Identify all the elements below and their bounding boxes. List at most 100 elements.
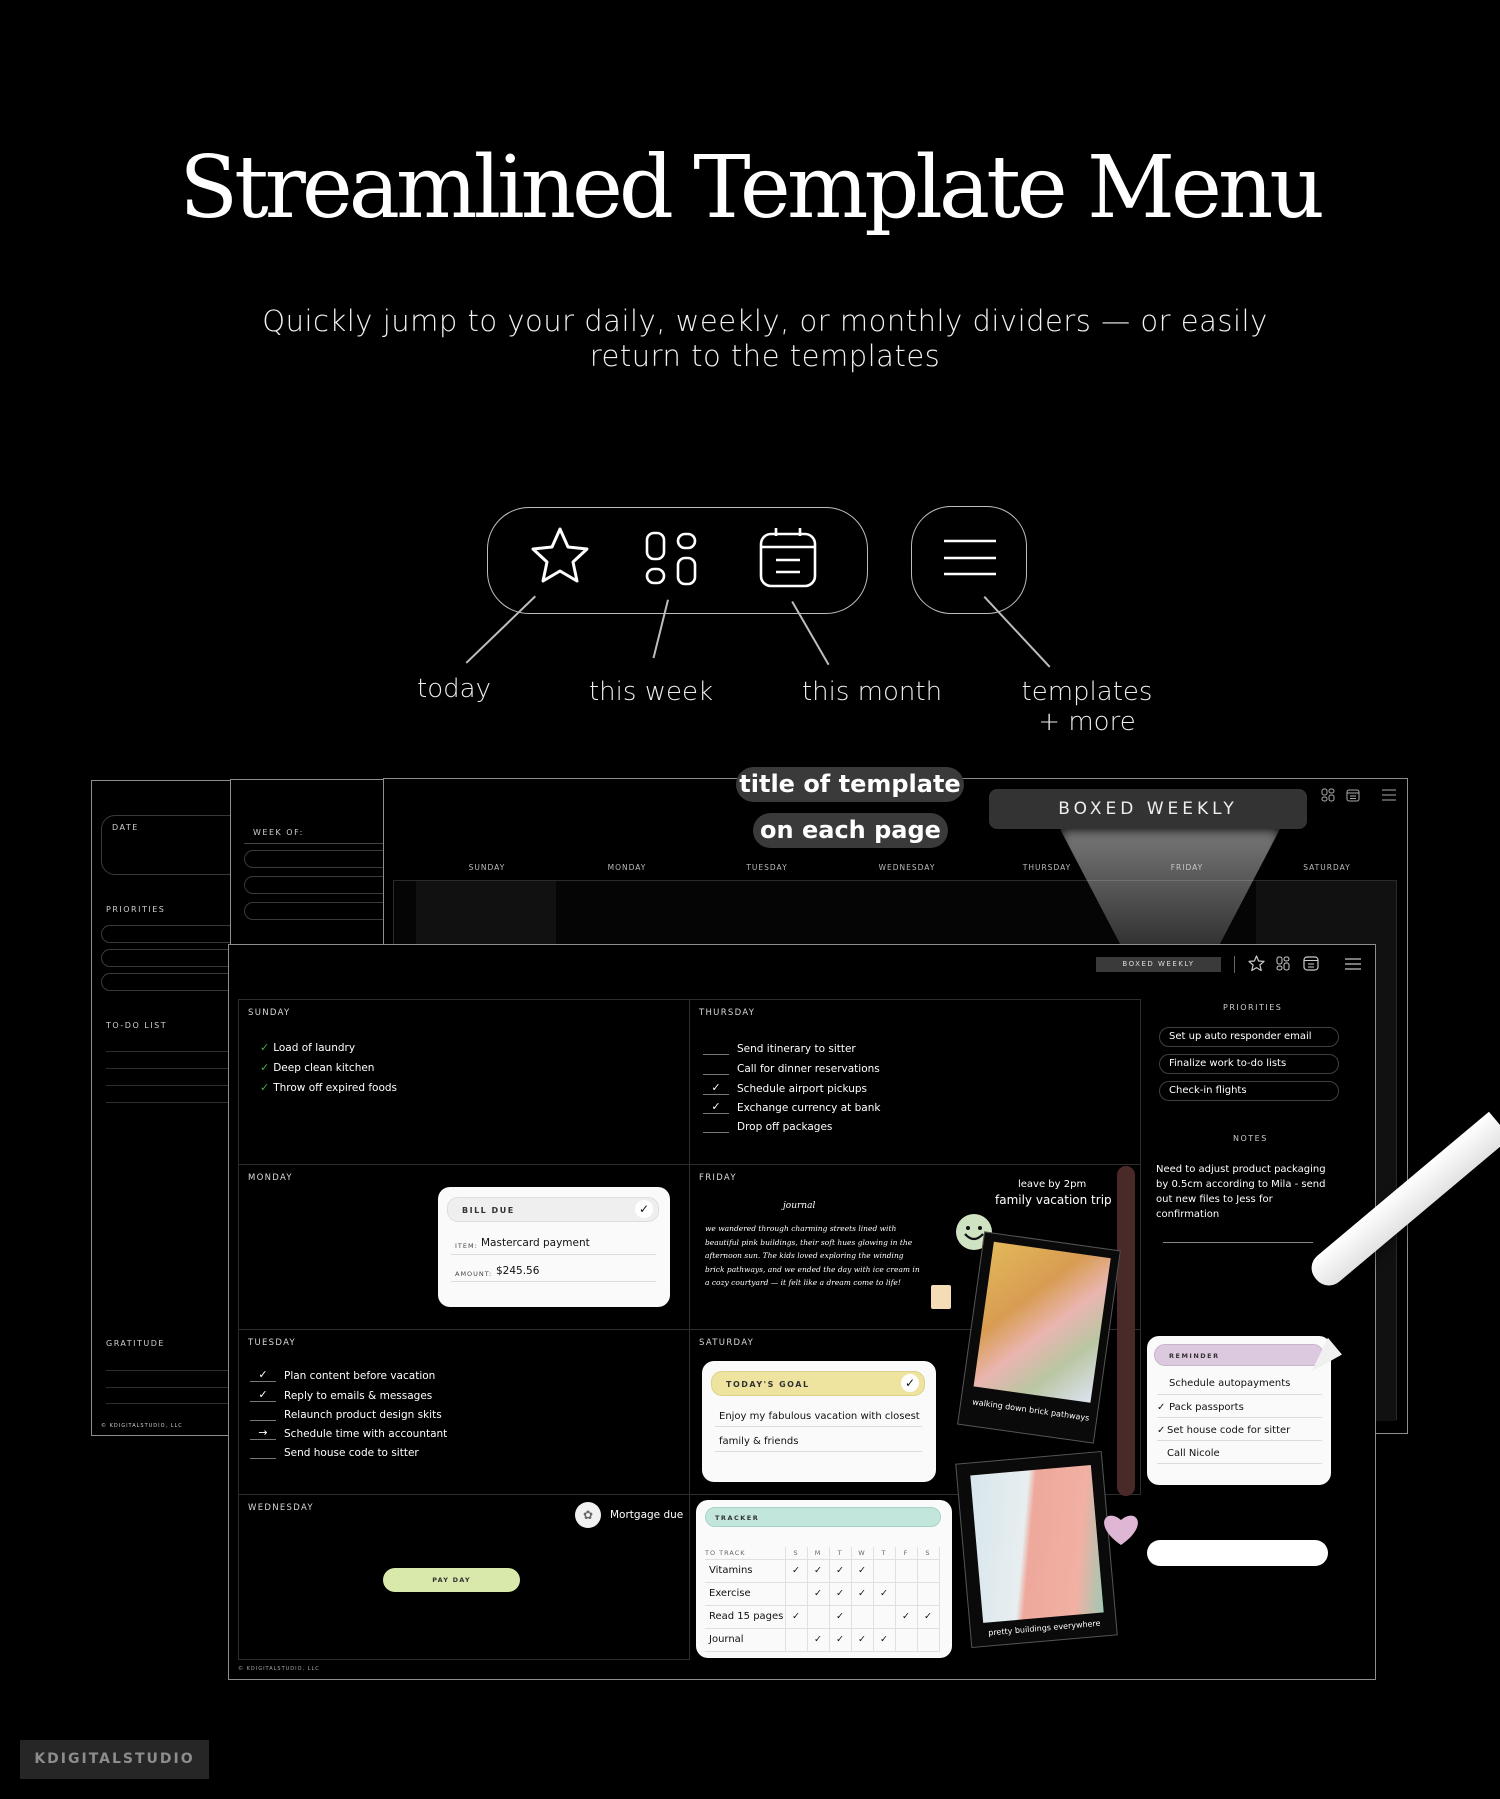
todo-checkbox[interactable] [250, 1447, 276, 1459]
label-this-week: this week [588, 677, 714, 707]
priority-item[interactable]: Finalize work to-do lists [1159, 1054, 1339, 1074]
side-tab[interactable] [1117, 1166, 1135, 1496]
grid-icon[interactable] [1321, 788, 1335, 802]
callout-title-of-template: title of template [736, 767, 964, 802]
tracker-checkbox[interactable]: ✓ [784, 1558, 808, 1583]
week-field[interactable] [244, 876, 404, 894]
hamburger-menu-icon[interactable] [942, 537, 998, 581]
tracker-checkbox[interactable] [872, 1558, 896, 1583]
tracker-habit-name: Read 15 pages [705, 1604, 786, 1629]
priorities-heading: PRIORITIES [1223, 1003, 1283, 1012]
week-of-label: WEEK OF: [253, 828, 304, 837]
todo-item[interactable]: Send itinerary to sitter [703, 1043, 856, 1055]
tracker-checkbox[interactable]: ✓ [894, 1604, 918, 1629]
tracker-checkbox[interactable] [894, 1558, 918, 1583]
tracker-checkbox[interactable]: ✓ [806, 1558, 830, 1583]
reminder-item[interactable]: Call Nicole [1167, 1448, 1220, 1459]
pay-day-pill[interactable]: PAY DAY [383, 1568, 520, 1592]
grid-icon[interactable] [643, 530, 699, 588]
todo-checkbox[interactable] [250, 1409, 276, 1421]
calendar-icon[interactable] [1303, 955, 1319, 971]
blank-white-pill[interactable] [1147, 1540, 1328, 1566]
tracker-checkbox[interactable]: ✓ [916, 1604, 940, 1629]
reminder-item[interactable]: Schedule autopayments [1169, 1378, 1290, 1389]
tracker-checkbox[interactable]: ✓ [806, 1627, 830, 1652]
reminder-item[interactable]: Set house code for sitter [1167, 1425, 1290, 1436]
todo-checkbox[interactable]: ✓ [250, 1389, 276, 1402]
tracker-checkbox[interactable]: ✓ [850, 1627, 874, 1652]
todo-item[interactable]: ✓ Plan content before vacation [250, 1369, 435, 1382]
todo-item[interactable]: ✓ Reply to emails & messages [250, 1389, 432, 1402]
amount-label: AMOUNT: [455, 1270, 493, 1278]
tracker-checkbox[interactable] [850, 1604, 874, 1629]
todo-item[interactable]: Drop off packages [703, 1121, 832, 1133]
tracker-checkbox[interactable] [894, 1581, 918, 1606]
todo-item[interactable]: Relaunch product design skits [250, 1409, 442, 1421]
todo-checkbox[interactable]: ✓ [703, 1101, 729, 1114]
todo-item[interactable]: ✓ Throw off expired foods [260, 1081, 397, 1094]
priority-item[interactable]: Set up auto responder email [1159, 1027, 1339, 1047]
tracker-checkbox[interactable] [916, 1627, 940, 1652]
tracker-checkbox[interactable] [806, 1604, 830, 1629]
todo-item[interactable]: ✓ Deep clean kitchen [260, 1061, 374, 1074]
tracker-checkbox[interactable]: ✓ [828, 1604, 852, 1629]
tracker-checkbox[interactable]: ✓ [872, 1627, 896, 1652]
todo-checkbox[interactable] [703, 1043, 729, 1055]
check-icon: ✓ [260, 1081, 270, 1094]
grid-icon[interactable] [1276, 956, 1290, 971]
tracker-checkbox[interactable]: ✓ [872, 1581, 896, 1606]
tracker-checkbox[interactable]: ✓ [850, 1558, 874, 1583]
notes-text[interactable]: Need to adjust product packaging by 0.5c… [1156, 1162, 1326, 1222]
todo-text: Load of laundry [273, 1041, 356, 1054]
tracker-checkbox[interactable]: ✓ [850, 1581, 874, 1606]
tracker-checkbox[interactable] [784, 1627, 808, 1652]
check-icon[interactable]: ✓ [901, 1374, 919, 1392]
calendar-icon[interactable] [755, 526, 821, 590]
photo-polaroid-brick-pathways[interactable]: walking down brick pathways [957, 1231, 1121, 1444]
todo-item[interactable]: Send house code to sitter [250, 1447, 419, 1459]
todo-checkbox[interactable]: → [250, 1427, 276, 1440]
day-cell-thursday[interactable]: THURSDAY [689, 999, 1141, 1165]
tracker-checkbox[interactable]: ✓ [828, 1558, 852, 1583]
tracker-checkbox[interactable] [916, 1558, 940, 1583]
leader-line-today [465, 595, 536, 664]
todo-checkbox[interactable] [703, 1063, 729, 1075]
calendar-icon[interactable] [1346, 788, 1360, 802]
tracker-checkbox[interactable] [894, 1627, 918, 1652]
day-name: TUESDAY [248, 1338, 297, 1348]
photo-polaroid-pretty-buildings[interactable]: pretty buildings everywhere [955, 1450, 1118, 1649]
week-field[interactable] [244, 902, 404, 920]
tracker-checkbox[interactable]: ✓ [828, 1627, 852, 1652]
todo-item[interactable]: → Schedule time with accountant [250, 1427, 447, 1440]
todo-text: Deep clean kitchen [273, 1061, 375, 1074]
tracker-checkbox[interactable] [916, 1581, 940, 1606]
todo-checkbox[interactable]: ✓ [250, 1369, 276, 1382]
todo-item[interactable]: ✓ Exchange currency at bank [703, 1101, 880, 1114]
tracker-row: Read 15 pages ✓ ✓ ✓ ✓ [705, 1604, 940, 1629]
todo-checkbox[interactable] [703, 1121, 729, 1133]
journal-title: journal [783, 1201, 816, 1211]
hamburger-menu-icon[interactable] [1382, 789, 1396, 801]
todo-item[interactable]: ✓ Schedule airport pickups [703, 1082, 867, 1095]
tracker-checkbox[interactable]: ✓ [784, 1604, 808, 1629]
journal-text: we wandered through charming streets lin… [705, 1224, 920, 1287]
hamburger-menu-icon[interactable] [1345, 958, 1361, 970]
reminder-card: REMINDER Schedule autopayments ✓ Pack pa… [1147, 1336, 1331, 1485]
priority-item[interactable]: Check-in flights [1159, 1081, 1339, 1101]
day-name: WEDNESDAY [248, 1503, 314, 1513]
todo-checkbox[interactable]: ✓ [703, 1082, 729, 1095]
tracker-checkbox[interactable] [872, 1604, 896, 1629]
tracker-row: Vitamins ✓ ✓ ✓ ✓ [705, 1558, 940, 1583]
reminder-item[interactable]: Pack passports [1169, 1402, 1244, 1413]
week-field[interactable] [244, 850, 404, 868]
todo-item[interactable]: Call for dinner reservations [703, 1063, 880, 1075]
tracker-checkbox[interactable]: ✓ [828, 1581, 852, 1606]
check-icon[interactable]: ✓ [635, 1200, 653, 1218]
photo-image [970, 1464, 1104, 1623]
star-icon[interactable] [1248, 955, 1265, 972]
star-icon[interactable] [528, 525, 592, 587]
tracker-checkbox[interactable] [784, 1581, 808, 1606]
tracker-checkbox[interactable]: ✓ [806, 1581, 830, 1606]
tracker-habit-name: Exercise [705, 1581, 786, 1606]
todo-item[interactable]: ✓ Load of laundry [260, 1041, 355, 1054]
